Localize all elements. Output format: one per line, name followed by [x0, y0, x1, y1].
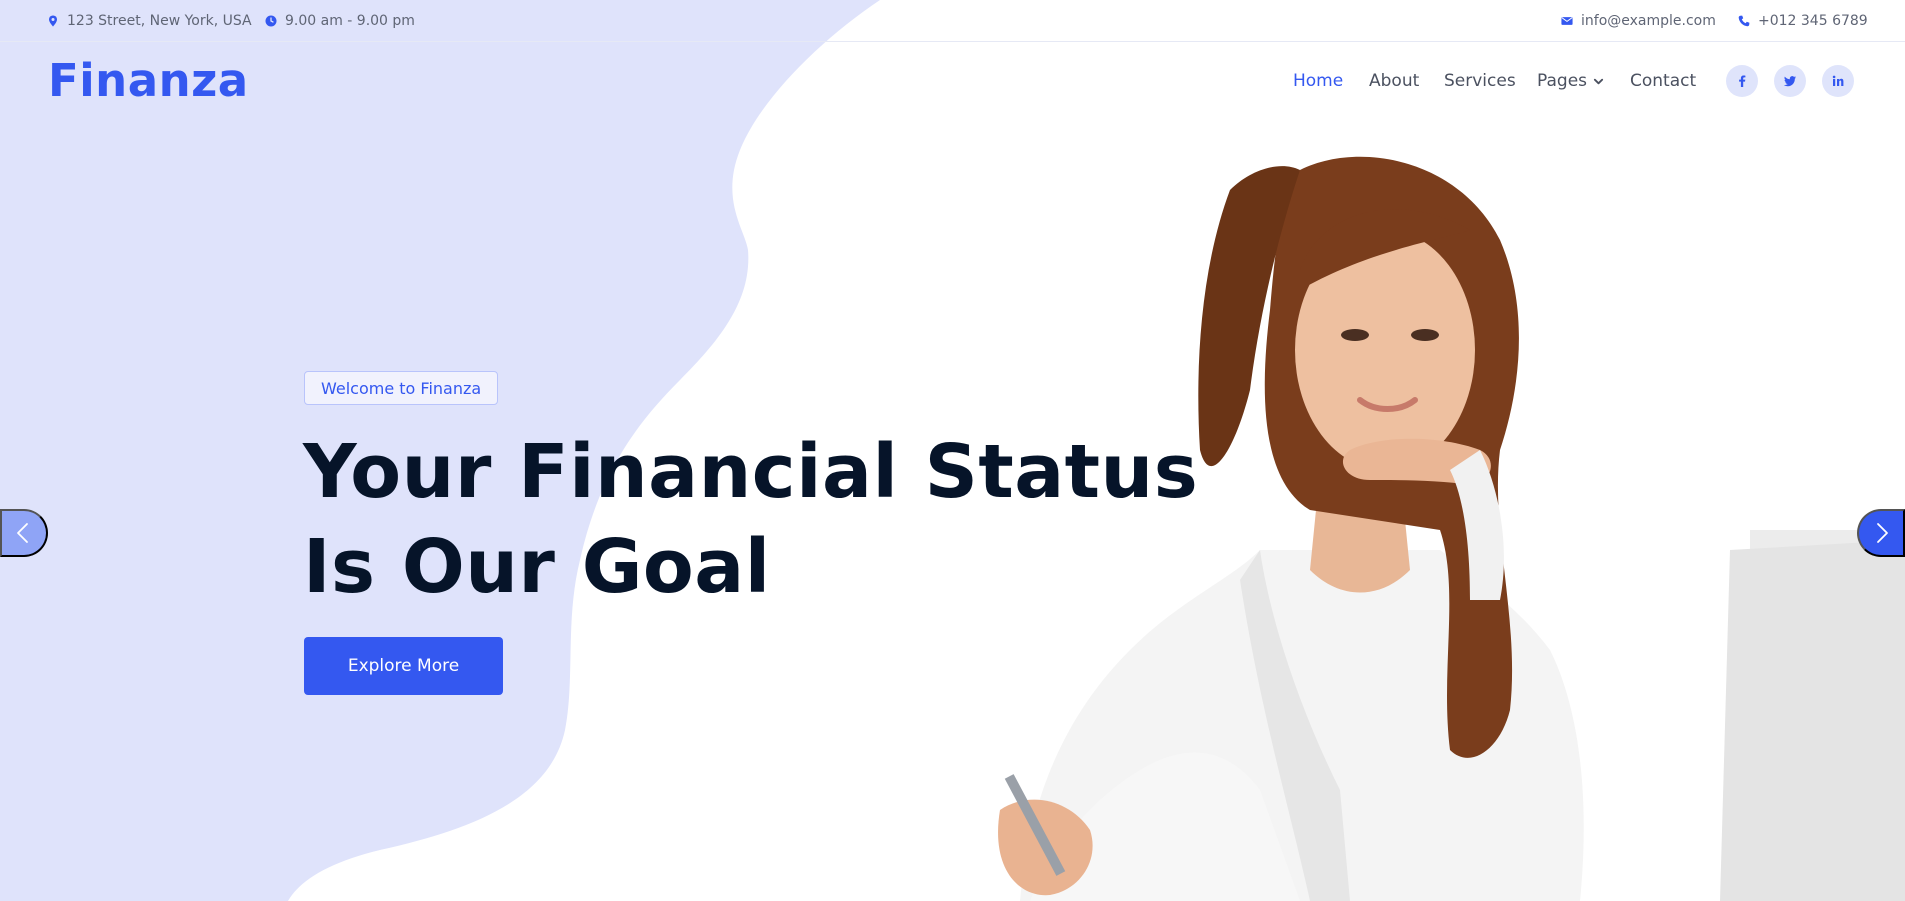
map-marker-icon	[49, 15, 57, 27]
phone-text[interactable]: +012 345 6789	[1758, 13, 1868, 29]
phone-info[interactable]: +012 345 6789	[1738, 12, 1868, 30]
twitter-icon	[1783, 76, 1796, 87]
nav-home[interactable]: Home	[1293, 70, 1343, 92]
carousel-prev-button[interactable]	[0, 509, 48, 557]
hours-text: 9.00 am - 9.00 pm	[285, 13, 415, 29]
welcome-badge: Welcome to Finanza	[304, 371, 499, 405]
nav-services[interactable]: Services	[1444, 70, 1516, 92]
nav-pages-dropdown[interactable]: Pages	[1537, 70, 1604, 92]
hero-headline-line-1: Your Financial Status	[303, 429, 1199, 515]
nav-about[interactable]: About	[1369, 70, 1419, 92]
address-info: 123 Street, New York, USA	[47, 12, 252, 30]
hero-headline-line-2: Is Our Goal	[303, 524, 771, 610]
clock-icon	[265, 15, 277, 27]
chevron-left-icon	[17, 523, 28, 543]
facebook-button[interactable]	[1726, 65, 1758, 97]
chevron-right-icon	[1877, 523, 1888, 543]
address-text: 123 Street, New York, USA	[67, 13, 252, 29]
envelope-icon	[1561, 17, 1573, 25]
email-info[interactable]: info@example.com	[1561, 12, 1716, 30]
phone-icon	[1738, 15, 1750, 27]
nav-pages-label: Pages	[1537, 71, 1588, 91]
chevron-down-icon	[1593, 78, 1604, 84]
explore-more-button[interactable]: Explore More	[304, 637, 503, 695]
linkedin-icon	[1832, 75, 1844, 86]
hero-headline: Your Financial Status Is Our Goal	[303, 425, 1203, 615]
top-bar: 123 Street, New York, USA 9.00 am - 9.00…	[0, 0, 1905, 42]
linkedin-button[interactable]	[1822, 65, 1854, 97]
hours-info: 9.00 am - 9.00 pm	[265, 12, 415, 30]
facebook-icon	[1739, 75, 1746, 87]
carousel-next-button[interactable]	[1857, 509, 1905, 557]
twitter-button[interactable]	[1774, 65, 1806, 97]
email-text[interactable]: info@example.com	[1581, 13, 1716, 29]
site-logo[interactable]: Finanza	[48, 54, 249, 107]
nav-contact[interactable]: Contact	[1630, 70, 1696, 92]
